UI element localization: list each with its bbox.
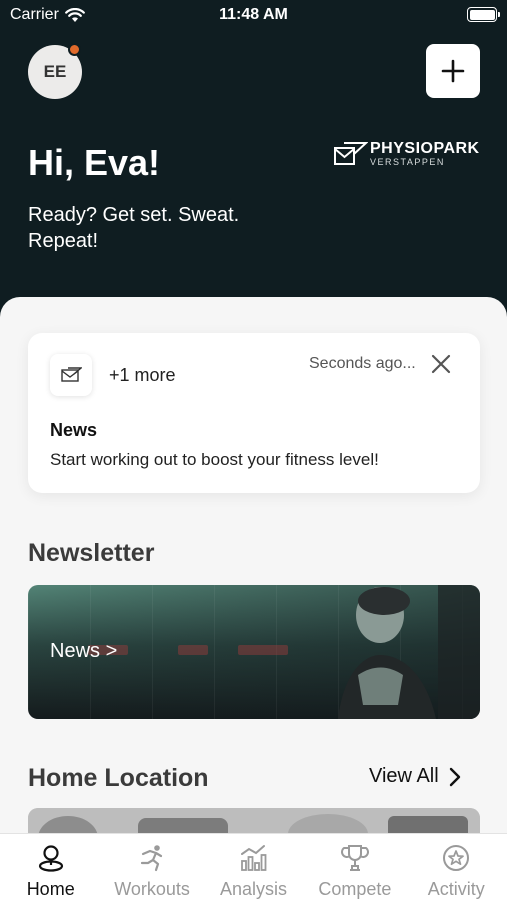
tab-label: Home	[26, 879, 75, 899]
notification-card[interactable]: +1 more Seconds ago... News Start workin…	[28, 333, 480, 493]
brand-logo: PHYSIOPARK VERSTAPPEN	[332, 140, 482, 170]
notification-more: +1 more	[109, 365, 176, 385]
tab-workouts[interactable]: Workouts	[101, 834, 202, 900]
home-location-icon	[38, 845, 63, 872]
view-all-link[interactable]: View All	[369, 765, 461, 788]
tab-bar: Home Workouts Analysis Compete Activity	[0, 833, 507, 900]
tab-label: Compete	[318, 879, 392, 899]
trophy-icon	[340, 845, 369, 871]
close-button[interactable]	[428, 351, 454, 377]
tab-home[interactable]: Home	[0, 834, 101, 900]
add-button[interactable]	[426, 44, 480, 98]
tab-label: Activity	[427, 879, 485, 899]
star-badge-icon	[443, 845, 470, 871]
status-bar: Carrier 11:48 AM	[0, 0, 507, 32]
battery-icon	[467, 7, 500, 22]
notification-dot	[68, 43, 81, 56]
notification-body: Start working out to boost your fitness …	[50, 450, 379, 469]
tab-label: Workouts	[114, 879, 190, 899]
avatar-initials: EE	[43, 62, 67, 81]
news-link[interactable]: News >	[50, 640, 117, 663]
tab-activity[interactable]: Activity	[406, 834, 507, 900]
battery-fill	[469, 9, 495, 20]
banner-detail	[178, 645, 208, 655]
banner-detail	[238, 645, 288, 655]
logo-mark-icon	[334, 142, 368, 165]
envelope-icon	[61, 367, 82, 382]
chevron-right-icon	[449, 767, 460, 786]
tab-label: Analysis	[219, 879, 287, 899]
newsletter-title: Newsletter	[28, 539, 155, 567]
tab-analysis[interactable]: Analysis	[203, 834, 304, 900]
tab-compete[interactable]: Compete	[304, 834, 405, 900]
main-panel: +1 more Seconds ago... News Start workin…	[0, 297, 507, 900]
brand-sub: VERSTAPPEN	[370, 157, 445, 167]
status-time: 11:48 AM	[219, 6, 288, 23]
close-icon	[431, 354, 451, 374]
newsletter-banner[interactable]: News >	[28, 585, 480, 719]
tagline: Ready? Get set. Sweat. Repeat!	[28, 204, 240, 252]
athlete-image	[338, 585, 480, 719]
runner-icon	[140, 845, 163, 872]
chart-icon	[241, 845, 267, 871]
brand-name: PHYSIOPARK	[370, 140, 480, 157]
greeting: Hi, Eva!	[28, 142, 161, 183]
notification-icon-box	[50, 354, 92, 396]
home-location-title: Home Location	[28, 764, 209, 792]
view-all-label: View All	[369, 765, 439, 787]
notification-title: News	[50, 420, 98, 440]
notification-time: Seconds ago...	[309, 355, 416, 372]
plus-icon	[441, 59, 465, 83]
